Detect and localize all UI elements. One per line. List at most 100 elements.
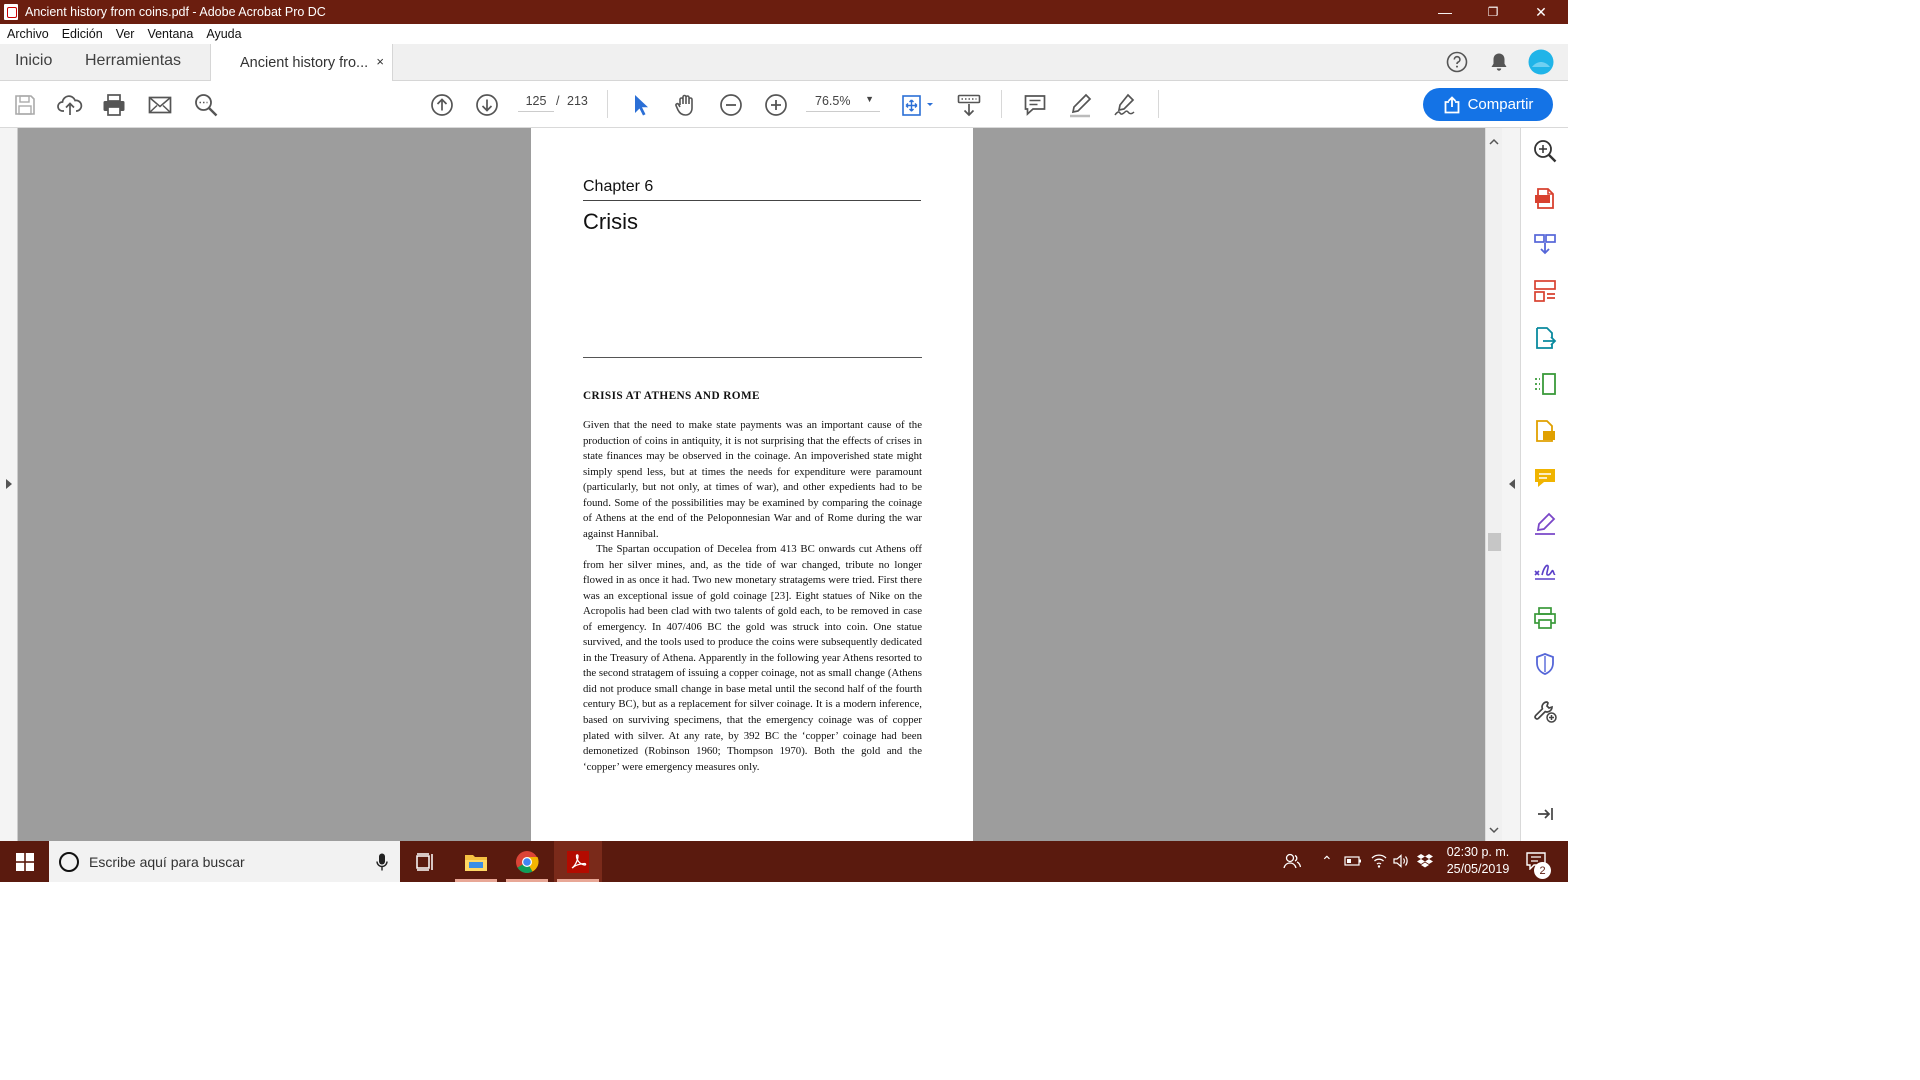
- keyboard-scroll-icon[interactable]: [956, 92, 982, 118]
- toolbar-divider: [1001, 90, 1002, 118]
- main-toolbar: 125 / 213 76.5% ▼ Compartir: [0, 81, 1568, 128]
- vertical-scrollbar[interactable]: [1485, 128, 1502, 841]
- share-label: Compartir: [1467, 96, 1534, 113]
- user-avatar[interactable]: [1528, 49, 1554, 75]
- restore-button[interactable]: ❐: [1470, 0, 1516, 24]
- windows-logo-icon: [15, 852, 34, 871]
- right-panel-toggle[interactable]: [1502, 128, 1520, 841]
- tab-document[interactable]: Ancient history fro... ×: [210, 44, 393, 81]
- close-tab-icon[interactable]: ×: [376, 54, 384, 69]
- menu-ver[interactable]: Ver: [109, 27, 141, 41]
- tab-herramientas[interactable]: Herramientas: [85, 52, 181, 70]
- protect-shield-icon[interactable]: [1532, 651, 1558, 677]
- scroll-down-icon[interactable]: [1489, 826, 1499, 834]
- previous-page-icon[interactable]: [429, 92, 455, 118]
- show-hidden-icons-icon[interactable]: ⌃: [1321, 853, 1333, 870]
- menu-ayuda[interactable]: Ayuda: [199, 27, 247, 41]
- zoom-search-icon[interactable]: [1532, 138, 1558, 164]
- sign-pen-icon[interactable]: [1112, 92, 1138, 118]
- title-bar: Ancient history from coins.pdf - Adobe A…: [0, 0, 1568, 24]
- zoom-out-icon[interactable]: [718, 92, 744, 118]
- system-clock[interactable]: 02:30 p. m. 25/05/2019: [1432, 844, 1524, 878]
- section-rule: [583, 357, 922, 358]
- share-icon: [1444, 95, 1459, 113]
- collapse-left-icon[interactable]: [1507, 478, 1517, 490]
- share-button[interactable]: Compartir: [1423, 88, 1553, 121]
- export-pdf-icon[interactable]: [1532, 325, 1558, 351]
- zoom-in-icon[interactable]: [763, 92, 789, 118]
- chevron-down-icon: ▼: [865, 94, 874, 104]
- send-for-signature-icon[interactable]: [1532, 558, 1558, 584]
- create-pdf-icon[interactable]: [1532, 185, 1558, 211]
- comment-tool-icon[interactable]: [1532, 465, 1558, 491]
- task-view-button[interactable]: [401, 841, 449, 882]
- pdf-page: Chapter 6 Crisis CRISIS AT ATHENS AND RO…: [531, 128, 973, 841]
- collapse-pane-icon[interactable]: [1535, 804, 1555, 824]
- save-icon[interactable]: [12, 92, 38, 118]
- print-production-icon[interactable]: [1532, 605, 1558, 631]
- volume-icon[interactable]: [1393, 854, 1409, 868]
- folder-icon: [465, 854, 487, 871]
- combine-files-icon[interactable]: [1532, 231, 1558, 257]
- window-title: Ancient history from coins.pdf - Adobe A…: [25, 5, 326, 19]
- task-view-icon: [416, 852, 433, 871]
- body-paragraph: The Spartan occupation of Decelea from 4…: [583, 543, 922, 773]
- acrobat-app-icon: [4, 4, 18, 20]
- fit-page-icon[interactable]: [899, 92, 937, 118]
- search-text-icon[interactable]: [193, 92, 219, 118]
- start-button[interactable]: [0, 841, 49, 882]
- zoom-level-select[interactable]: 76.5% ▼: [806, 94, 880, 112]
- wifi-icon[interactable]: [1371, 853, 1387, 869]
- tab-inicio[interactable]: Inicio: [15, 52, 52, 70]
- scroll-up-icon[interactable]: [1489, 138, 1499, 146]
- clock-date: 25/05/2019: [1446, 862, 1510, 876]
- toolbar-divider: [1158, 90, 1159, 118]
- tools-pane: [1520, 128, 1568, 841]
- fill-sign-icon[interactable]: [1532, 511, 1558, 537]
- scrollbar-thumb[interactable]: [1488, 533, 1501, 551]
- current-page-input[interactable]: 125: [518, 94, 554, 112]
- email-icon[interactable]: [147, 92, 173, 118]
- hand-tool-icon[interactable]: [673, 92, 699, 118]
- left-panel-toggle[interactable]: [0, 128, 18, 841]
- export-document-icon[interactable]: [1532, 418, 1558, 444]
- next-page-icon[interactable]: [474, 92, 500, 118]
- action-center-button[interactable]: 2: [1520, 841, 1568, 882]
- chapter-title: Crisis: [583, 209, 638, 234]
- expand-right-icon[interactable]: [4, 478, 14, 490]
- clock-time: 02:30 p. m.: [1446, 845, 1510, 859]
- file-explorer-button[interactable]: [452, 841, 500, 882]
- taskbar-search-box[interactable]: Escribe aquí para buscar: [49, 841, 400, 882]
- chrome-icon: [516, 850, 539, 873]
- chapter-label: Chapter 6: [583, 178, 654, 195]
- help-icon[interactable]: [1446, 51, 1468, 73]
- toolbar-divider: [607, 90, 608, 118]
- notifications-bell-icon[interactable]: [1488, 51, 1510, 73]
- zoom-level-value: 76.5%: [815, 94, 851, 108]
- people-icon[interactable]: [1283, 852, 1301, 870]
- close-window-button[interactable]: ✕: [1518, 0, 1564, 24]
- highlight-pen-icon[interactable]: [1067, 92, 1093, 118]
- menu-edicion[interactable]: Edición: [55, 27, 109, 41]
- minimize-button[interactable]: —: [1422, 0, 1468, 24]
- upload-cloud-icon[interactable]: [57, 92, 83, 118]
- acrobat-taskbar-button[interactable]: [554, 841, 602, 882]
- edit-pdf-icon[interactable]: [1532, 371, 1558, 397]
- chapter-rule: [583, 200, 921, 201]
- select-cursor-icon[interactable]: [628, 92, 654, 118]
- organize-pages-icon[interactable]: [1532, 278, 1558, 304]
- document-tab-label: Ancient history fro...: [240, 54, 369, 71]
- windows-taskbar: Escribe aquí para buscar ⌃ 02:30 p. m. 2…: [0, 841, 1568, 882]
- comment-icon[interactable]: [1022, 92, 1048, 118]
- menu-archivo[interactable]: Archivo: [0, 27, 55, 41]
- print-icon[interactable]: [101, 92, 127, 118]
- more-tools-icon[interactable]: [1532, 698, 1558, 724]
- body-paragraph: Given that the need to make state paymen…: [583, 419, 922, 540]
- chrome-button[interactable]: [503, 841, 551, 882]
- section-heading: CRISIS AT ATHENS AND ROME: [583, 390, 760, 402]
- notification-count-badge: 2: [1534, 862, 1551, 879]
- microphone-icon[interactable]: [376, 853, 388, 871]
- menu-ventana[interactable]: Ventana: [140, 27, 199, 41]
- battery-icon[interactable]: [1344, 855, 1362, 867]
- page-separator: /: [556, 94, 560, 108]
